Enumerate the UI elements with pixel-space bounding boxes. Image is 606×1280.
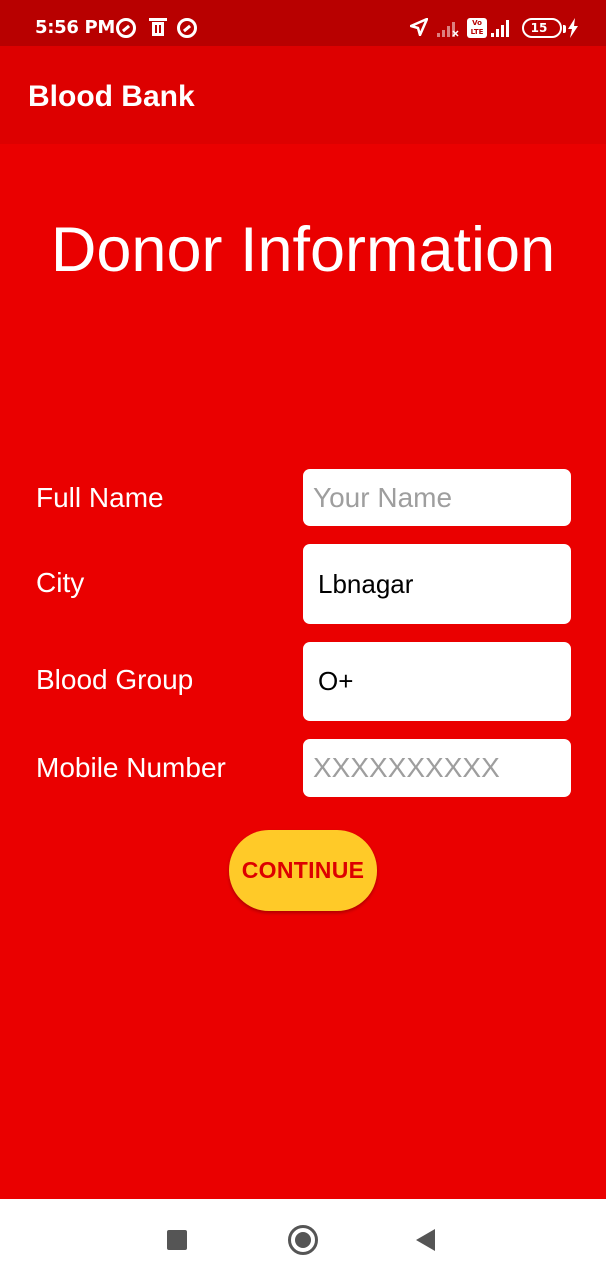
page-title: Donor Information bbox=[50, 215, 556, 285]
status-bar: 5:56 PM Vo LTE 15 bbox=[0, 0, 606, 46]
trash-icon bbox=[149, 18, 167, 36]
recents-square-icon[interactable] bbox=[167, 1230, 187, 1250]
continue-button[interactable]: CONTINUE bbox=[229, 830, 377, 911]
signal-weak-icon bbox=[437, 18, 459, 38]
full-name-input[interactable] bbox=[303, 469, 571, 526]
home-circle-icon[interactable] bbox=[288, 1225, 318, 1255]
navigation-icon bbox=[410, 18, 428, 36]
navigation-bar bbox=[0, 1199, 606, 1280]
mobile-number-label: Mobile Number bbox=[36, 752, 226, 783]
city-label: City bbox=[36, 567, 85, 598]
blood-group-label: Blood Group bbox=[36, 664, 194, 695]
mobile-number-input[interactable] bbox=[303, 739, 571, 797]
status-time: 5:56 PM bbox=[35, 17, 116, 38]
app-title: Blood Bank bbox=[28, 80, 195, 113]
charging-icon bbox=[567, 18, 579, 42]
back-triangle-icon[interactable] bbox=[416, 1229, 435, 1251]
city-input[interactable] bbox=[303, 544, 571, 624]
blood-group-input[interactable] bbox=[303, 642, 571, 721]
sync-icon bbox=[177, 18, 197, 38]
app-bar: Blood Bank bbox=[0, 46, 606, 144]
sync-icon bbox=[116, 18, 136, 38]
full-name-label: Full Name bbox=[36, 482, 164, 513]
signal-icon bbox=[491, 18, 513, 38]
battery-icon: 15 bbox=[522, 18, 566, 38]
volte-icon: Vo LTE bbox=[467, 18, 487, 38]
